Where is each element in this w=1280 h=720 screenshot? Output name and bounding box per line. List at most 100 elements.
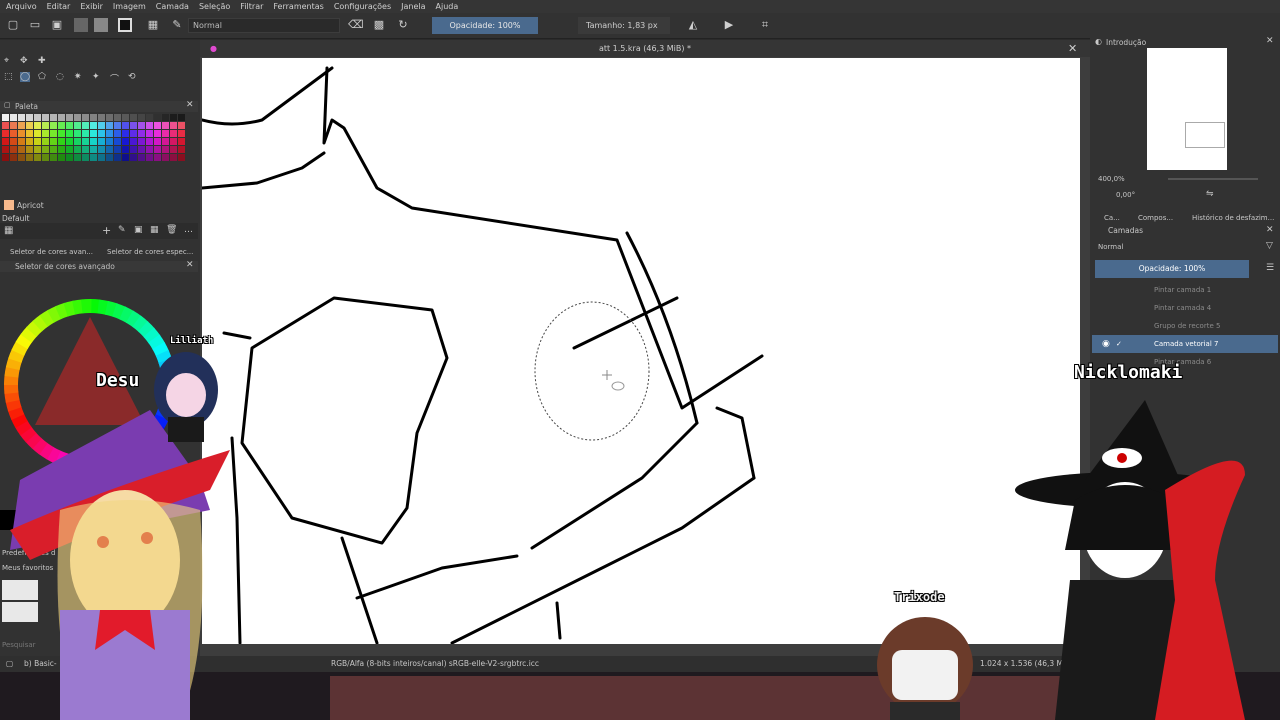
palette-swatch[interactable] — [18, 122, 25, 129]
opacity-slider[interactable]: Opacidade: 100% — [432, 17, 538, 34]
palette-swatch[interactable] — [170, 138, 177, 145]
palette-swatch[interactable] — [98, 122, 105, 129]
mirror-view-icon[interactable]: ⇋ — [1206, 189, 1214, 199]
palette-swatch[interactable] — [122, 122, 129, 129]
layer-row[interactable]: Pintar camada 4 — [1092, 299, 1278, 317]
palette-swatch[interactable] — [122, 154, 129, 161]
transform-tool-icon[interactable]: ⌖ — [4, 56, 9, 66]
palette-swatch[interactable] — [82, 146, 89, 153]
palette-swatch[interactable] — [130, 122, 137, 129]
palette-swatch[interactable] — [114, 154, 121, 161]
viewport-rectangle[interactable] — [1185, 122, 1225, 148]
palette-swatch[interactable] — [2, 154, 9, 161]
layer-row-selected[interactable]: ◉ ✓ Camada vetorial 7 — [1092, 335, 1278, 353]
palette-swatch[interactable] — [98, 154, 105, 161]
layer-blend-mode[interactable]: Normal — [1098, 243, 1123, 251]
palette-swatch[interactable] — [170, 114, 177, 121]
pattern-swatch-icon[interactable] — [94, 18, 108, 32]
palette-swatch[interactable] — [26, 114, 33, 121]
palette-swatch[interactable] — [50, 130, 57, 137]
wrap-around-icon[interactable]: ⌗ — [758, 18, 772, 32]
palette-swatch[interactable] — [130, 138, 137, 145]
palette-swatch[interactable] — [26, 146, 33, 153]
panel-lock-icon[interactable]: ▢ — [4, 101, 11, 109]
palette-swatch[interactable] — [90, 146, 97, 153]
palette-swatch[interactable] — [34, 122, 41, 129]
palette-swatch[interactable] — [106, 138, 113, 145]
palette-swatch[interactable] — [130, 130, 137, 137]
palette-swatch[interactable] — [66, 138, 73, 145]
palette-swatch[interactable] — [18, 114, 25, 121]
tab-layers[interactable]: Ca... — [1104, 211, 1120, 225]
palette-swatch[interactable] — [50, 114, 57, 121]
zoom-level[interactable]: 400,0% — [1098, 175, 1125, 183]
palette-swatch[interactable] — [170, 130, 177, 137]
delete-swatch-icon[interactable]: 🗑 — [166, 225, 177, 235]
layer-opacity-slider[interactable]: Opacidade: 100% — [1095, 260, 1249, 278]
close-document-icon[interactable]: ✕ — [1068, 40, 1077, 57]
palette-swatch[interactable] — [34, 138, 41, 145]
palette-swatch[interactable] — [82, 114, 89, 121]
freehand-select-tool-icon[interactable]: ◌ — [56, 72, 64, 82]
close-icon[interactable]: ✕ — [1266, 36, 1274, 46]
palette-swatch[interactable] — [10, 146, 17, 153]
palette-swatch[interactable] — [42, 130, 49, 137]
menu-imagem[interactable]: Imagem — [113, 2, 146, 11]
contiguous-select-tool-icon[interactable]: ✷ — [74, 72, 82, 82]
close-icon[interactable]: ✕ — [1266, 225, 1274, 235]
palette-swatch[interactable] — [10, 130, 17, 137]
palette-swatch[interactable] — [162, 146, 169, 153]
add-swatch-icon[interactable]: + — [102, 224, 111, 237]
menu-editar[interactable]: Editar — [47, 2, 71, 11]
menu-janela[interactable]: Janela — [401, 2, 425, 11]
palette-swatch[interactable] — [74, 146, 81, 153]
palette-swatch[interactable] — [138, 138, 145, 145]
palette-swatch[interactable] — [146, 154, 153, 161]
menu-icon[interactable]: ☰ — [1266, 263, 1274, 273]
palette-swatch[interactable] — [66, 146, 73, 153]
gradient-swatch-icon[interactable] — [74, 18, 88, 32]
palette-swatch[interactable] — [138, 114, 145, 121]
close-icon[interactable]: ✕ — [186, 100, 194, 110]
filter-icon[interactable]: ▽ — [1266, 241, 1273, 251]
palette-swatch[interactable] — [90, 154, 97, 161]
palette-swatch[interactable] — [154, 146, 161, 153]
palette-swatch[interactable] — [98, 130, 105, 137]
palette-swatch[interactable] — [146, 122, 153, 129]
menu-ajuda[interactable]: Ajuda — [436, 2, 459, 11]
save-icon[interactable]: ▣ — [50, 18, 64, 32]
palette-swatch[interactable] — [178, 138, 185, 145]
palette-swatch[interactable] — [170, 146, 177, 153]
palette-grid-icon[interactable]: ▦ — [4, 225, 13, 236]
palette-swatch[interactable] — [58, 114, 65, 121]
palette-swatch[interactable] — [2, 146, 9, 153]
palette-swatch[interactable] — [74, 130, 81, 137]
palette-swatch[interactable] — [58, 130, 65, 137]
palette-swatch[interactable] — [130, 114, 137, 121]
tab-specific-color-selector[interactable]: Seletor de cores espec... — [107, 248, 193, 256]
palette-swatch[interactable] — [18, 146, 25, 153]
layer-row[interactable]: Pintar camada 1 — [1092, 281, 1278, 299]
palette-swatch[interactable] — [170, 154, 177, 161]
palette-swatch[interactable] — [34, 146, 41, 153]
palette-swatch[interactable] — [50, 122, 57, 129]
visibility-eye-icon[interactable]: ◉ — [1102, 335, 1110, 353]
palette-swatch[interactable] — [114, 146, 121, 153]
reload-preset-icon[interactable]: ↻ — [396, 18, 410, 32]
palette-swatch[interactable] — [42, 114, 49, 121]
overview-thumbnail[interactable] — [1147, 48, 1227, 170]
palette-swatch[interactable] — [130, 146, 137, 153]
menu-camada[interactable]: Camada — [156, 2, 189, 11]
palette-swatch[interactable] — [122, 114, 129, 121]
menu-configuracoes[interactable]: Configurações — [334, 2, 391, 11]
open-folder-icon[interactable]: ▭ — [28, 18, 42, 32]
palette-swatch[interactable] — [10, 154, 17, 161]
palette-swatch[interactable] — [138, 146, 145, 153]
palette-swatch[interactable] — [122, 138, 129, 145]
blend-mode-select[interactable]: Normal — [188, 18, 340, 33]
palette-swatch[interactable] — [154, 154, 161, 161]
palette-table-icon[interactable]: ▦ — [150, 225, 159, 235]
eraser-mode-icon[interactable]: ⌫ — [348, 18, 364, 32]
palette-swatch[interactable] — [130, 154, 137, 161]
palette-swatch[interactable] — [58, 146, 65, 153]
